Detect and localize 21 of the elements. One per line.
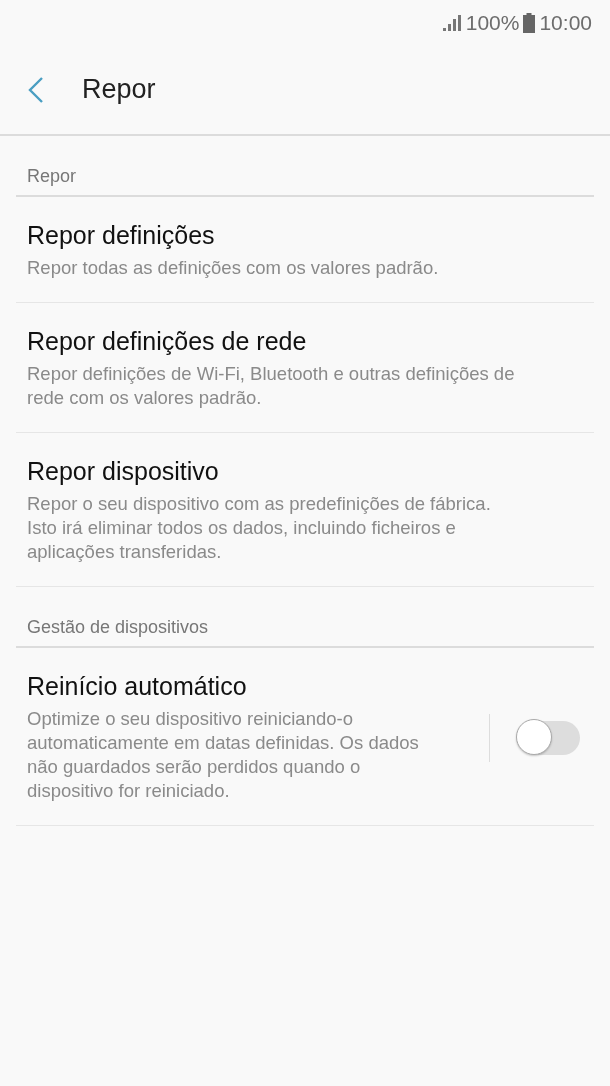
item-title: Repor definições <box>27 221 216 250</box>
toggle-switch[interactable] <box>518 720 580 755</box>
settings-item[interactable]: Repor dispositivo Repor o seu dispositivo com as predefinições de fábrica. Isto irá eliminar todos os dados, incluindo ficheiros e aplicações transferidas. <box>16 433 594 587</box>
back-button[interactable] <box>28 76 44 103</box>
screen-title: Repor <box>82 74 156 105</box>
battery-icon <box>523 12 536 33</box>
settings-item[interactable]: Reinício automático Optimize o seu dispositivo reiniciando-o automaticamente em datas definidas. Os dados não guardados serão perdidos quando o dispositivo for reiniciado. <box>16 648 594 826</box>
section-header: Repor <box>16 136 594 197</box>
settings-item[interactable]: Repor definições Repor todas as definições com os valores padrão. <box>16 197 594 303</box>
item-description: Repor definições de Wi-Fi, Bluetooth e outras definições de rede com os valores padrão. <box>27 362 516 410</box>
item-title: Repor definições de rede <box>27 327 308 356</box>
item-description: Repor todas as definições com os valores padrão. <box>27 256 440 280</box>
item-description: Repor o seu dispositivo com as predefinições de fábrica. Isto irá eliminar todos os dados, incluindo ficheiros e aplicações transferidas. <box>27 492 492 564</box>
item-title: Repor dispositivo <box>27 457 220 486</box>
clock: 10:00 <box>539 10 592 35</box>
battery-percent: 100% <box>465 10 520 35</box>
signal-icon <box>441 13 462 32</box>
item-description: Optimize o seu dispositivo reiniciando-o automaticamente em datas definidas. Os dados não guardados serão perdidos quando o dispositivo for reiniciado. <box>27 707 420 803</box>
settings-item[interactable]: Repor definições de rede Repor definições de Wi-Fi, Bluetooth e outras definições de rede com os valores padrão. <box>16 303 594 433</box>
item-title: Reinício automático <box>27 672 248 701</box>
section-header: Gestão de dispositivos <box>16 587 594 648</box>
